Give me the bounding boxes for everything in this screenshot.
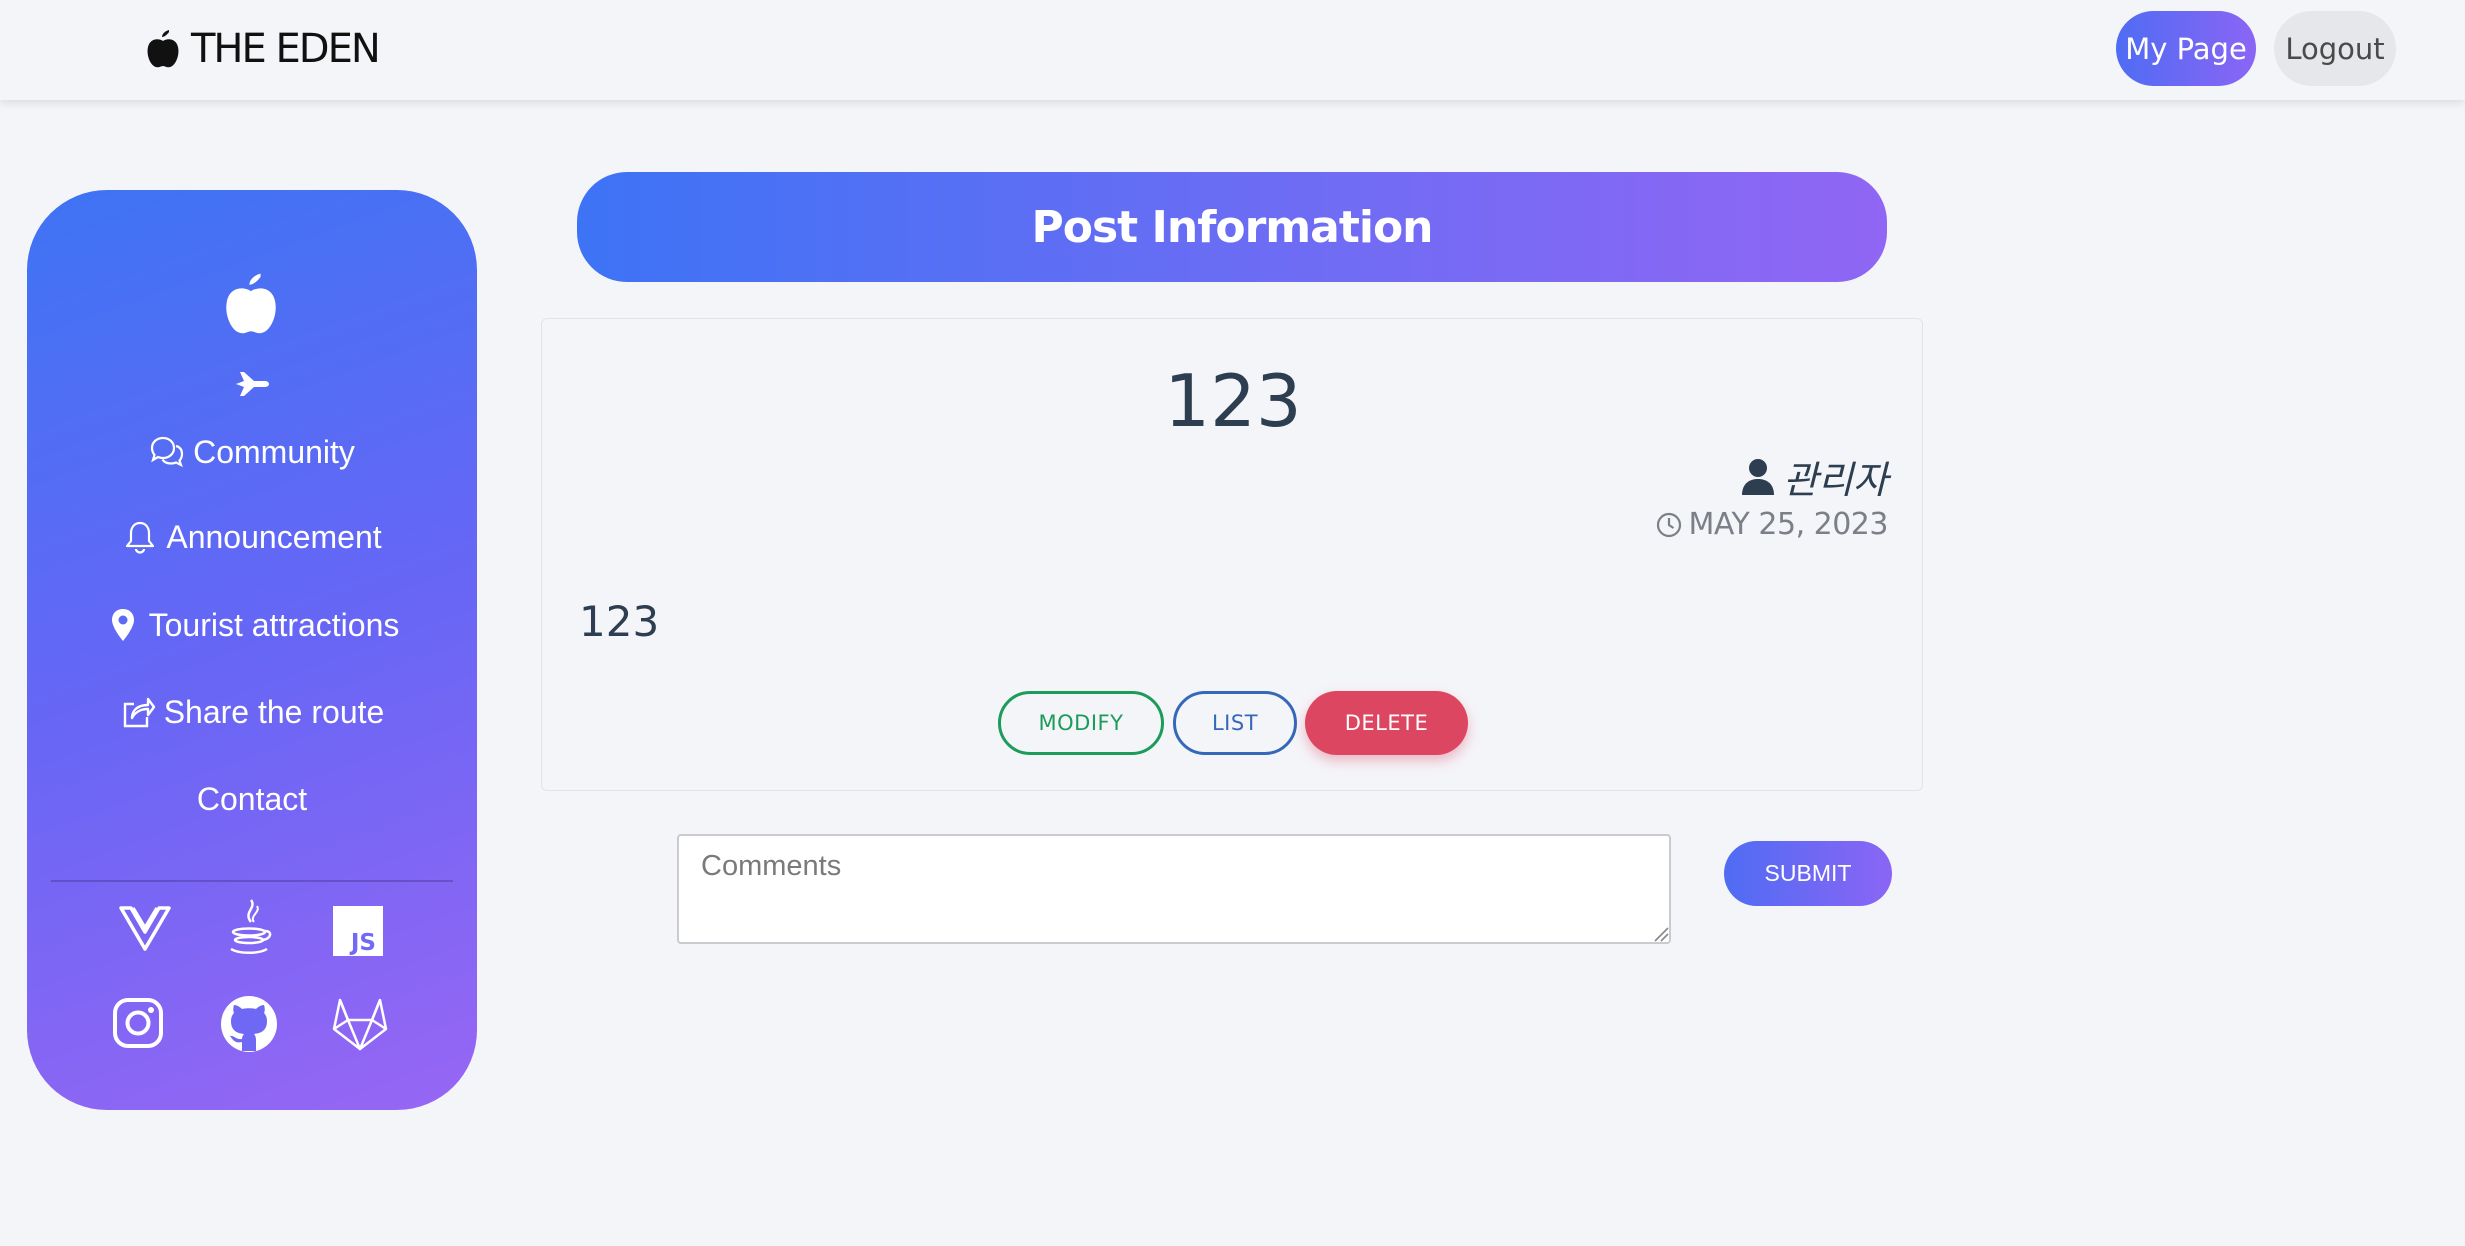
map-pin-icon	[111, 609, 134, 641]
clock-icon	[1657, 512, 1682, 537]
post-author: 관리자	[1741, 449, 1888, 504]
bell-icon	[126, 521, 155, 554]
comments-input[interactable]	[677, 834, 1671, 944]
sidebar-item-announcement[interactable]: Announcement	[27, 512, 477, 562]
post-title: 123	[1164, 359, 1302, 443]
brand-logo[interactable]: THE EDEN	[145, 26, 381, 72]
list-button[interactable]: LIST	[1173, 691, 1297, 755]
post-card: 123 관리자 MAY 25, 2023 123 MODIFY LIST DEL…	[541, 318, 1923, 791]
instagram-icon[interactable]	[112, 997, 164, 1049]
author-name: 관리자	[1783, 458, 1888, 502]
sidebar-divider	[51, 880, 453, 882]
sidebar-item-share-route[interactable]: Share the route	[27, 687, 477, 737]
sidebar-item-label: Share the route	[163, 693, 385, 730]
sidebar: Community Announcement Tourist attractio…	[27, 190, 477, 1110]
sidebar-item-label: Community	[193, 433, 355, 470]
javascript-icon[interactable]: JS	[333, 906, 383, 956]
sidebar-item-label: Contact	[196, 780, 308, 817]
sidebar-item-tourist-attractions[interactable]: Tourist attractions	[27, 600, 477, 650]
brand-name: THE EDEN	[191, 26, 381, 72]
sidebar-item-contact[interactable]: Contact	[27, 774, 477, 824]
delete-button[interactable]: DELETE	[1305, 691, 1468, 755]
post-body: 123	[579, 597, 660, 646]
apple-icon[interactable]	[222, 272, 280, 336]
gitlab-icon[interactable]	[330, 996, 390, 1052]
user-icon	[1742, 458, 1775, 495]
chat-bubbles-icon	[150, 436, 184, 468]
top-navbar: THE EDEN My Page Logout	[0, 0, 2465, 100]
resize-grip-icon[interactable]	[1651, 924, 1669, 942]
modify-button[interactable]: MODIFY	[998, 691, 1164, 755]
page-header: Post Information	[577, 172, 1887, 282]
vue-icon[interactable]	[119, 905, 171, 951]
js-badge-text: JS	[349, 930, 376, 956]
java-icon[interactable]	[227, 898, 273, 958]
post-date: MAY 25, 2023	[1656, 507, 1888, 542]
sidebar-item-label: Announcement	[166, 518, 382, 555]
logout-button[interactable]: Logout	[2274, 11, 2396, 86]
apple-icon	[145, 29, 181, 69]
submit-button[interactable]: SUBMIT	[1724, 841, 1892, 906]
sidebar-item-community[interactable]: Community	[27, 427, 477, 477]
date-text: MAY 25, 2023	[1688, 507, 1888, 542]
airplane-icon[interactable]	[234, 368, 270, 400]
github-icon[interactable]	[220, 995, 278, 1053]
sidebar-item-label: Tourist attractions	[148, 606, 400, 643]
page-title: Post Information	[1031, 201, 1434, 253]
share-icon	[123, 697, 155, 728]
my-page-button[interactable]: My Page	[2116, 11, 2256, 86]
